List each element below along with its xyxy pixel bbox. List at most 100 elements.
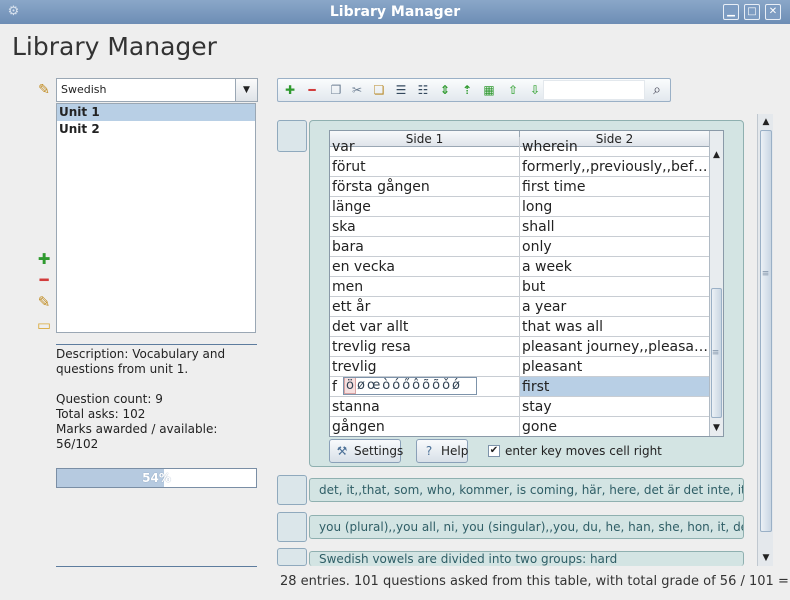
side2-cell[interactable]: formerly,,previously,,before: [520, 157, 710, 177]
side1-cell[interactable]: ska: [330, 217, 520, 237]
table-icon[interactable]: ▦: [480, 81, 498, 99]
progress-bar: 54%: [56, 468, 257, 488]
copy-icon[interactable]: ❐: [327, 81, 345, 99]
panel-handle[interactable]: [277, 512, 307, 542]
open-folder-icon[interactable]: ▭: [33, 314, 55, 336]
unit-list[interactable]: Unit 1 Unit 2: [56, 103, 256, 333]
scroll-down-icon[interactable]: ▼: [760, 551, 772, 565]
collapsed-panel[interactable]: you (plural),,you all, ni, you (singular…: [309, 515, 744, 539]
side2-cell[interactable]: first: [520, 377, 710, 397]
special-char-option[interactable]: ǿ: [451, 378, 461, 393]
side1-cell[interactable]: första gången: [330, 177, 520, 197]
panel-handle[interactable]: [277, 475, 307, 505]
status-text: 28 entries. 101 questions asked from thi…: [280, 574, 790, 589]
total-asks: Total asks: 102: [56, 407, 146, 421]
marks-label: Marks awarded / available:: [56, 422, 218, 436]
special-char-option[interactable]: œ: [366, 378, 381, 393]
unit-list-item[interactable]: Unit 2: [57, 121, 255, 138]
special-char-option[interactable]: ô: [411, 378, 421, 393]
side1-cell[interactable]: var: [330, 137, 520, 157]
side1-cell[interactable]: förut: [330, 157, 520, 177]
side1-cell[interactable]: ett år: [330, 297, 520, 317]
marks-value: 56/102: [56, 437, 99, 451]
side1-cell[interactable]: det var allt: [330, 317, 520, 337]
side1-cell[interactable]: bara: [330, 237, 520, 257]
collapsed-panel[interactable]: Swedish vowels are divided into two grou…: [309, 551, 744, 566]
enter-key-label: enter key moves cell right: [505, 444, 662, 458]
remove-unit-icon[interactable]: ━: [33, 269, 55, 291]
special-char-option[interactable]: ó: [391, 378, 401, 393]
side1-cell[interactable]: gången: [330, 417, 520, 436]
move-up-icon[interactable]: ⇧: [504, 81, 522, 99]
divider: [56, 344, 257, 345]
special-char-option[interactable]: ò: [381, 378, 391, 393]
move-down-icon[interactable]: ⇩: [526, 81, 544, 99]
side1-cell[interactable]: en vecka: [330, 257, 520, 277]
edit-unit-icon[interactable]: ✎: [33, 291, 55, 313]
side2-cell[interactable]: pleasant journey,,pleasant trip: [520, 337, 710, 357]
side2-cell[interactable]: a week: [520, 257, 710, 277]
side2-cell[interactable]: pleasant: [520, 357, 710, 377]
add-unit-icon[interactable]: ✚: [33, 248, 55, 270]
cell-editor[interactable]: öøœòóőôõõǒǿ: [343, 377, 477, 395]
numbered-list-icon[interactable]: ☷: [414, 81, 432, 99]
remove-icon[interactable]: ━: [303, 81, 321, 99]
question-count: Question count: 9: [56, 392, 163, 406]
minimize-button[interactable]: ▁: [723, 4, 739, 20]
side2-cell[interactable]: long: [520, 197, 710, 217]
side2-cell[interactable]: but: [520, 277, 710, 297]
special-char-option[interactable]: õ: [431, 378, 441, 393]
side2-cell[interactable]: wherein: [520, 137, 710, 157]
insert-row-icon[interactable]: ⇡: [458, 81, 476, 99]
grip-icon: ≡: [761, 269, 770, 279]
panel-handle[interactable]: [277, 120, 307, 152]
special-char-option[interactable]: ő: [401, 378, 411, 393]
search-icon[interactable]: ⌕: [646, 80, 668, 100]
table-scrollbar[interactable]: ▲ ≡ ▼: [709, 131, 723, 436]
special-char-option[interactable]: ǒ: [441, 378, 451, 393]
grip-icon: ≡: [711, 348, 720, 358]
side1-cell[interactable]: länge: [330, 197, 520, 217]
side2-cell[interactable]: first time: [520, 177, 710, 197]
scroll-up-icon[interactable]: ▲: [710, 148, 723, 162]
progress-text: 54%: [142, 471, 171, 485]
close-button[interactable]: ✕: [765, 4, 781, 20]
maximize-button[interactable]: □: [744, 4, 760, 20]
side2-cell[interactable]: shall: [520, 217, 710, 237]
side1-cell[interactable]: trevlig resa: [330, 337, 520, 357]
unit-list-item[interactable]: Unit 1: [57, 104, 255, 121]
collapsed-panel[interactable]: det, it,,that, som, who, kommer, is comi…: [309, 478, 744, 502]
special-char-option[interactable]: ø: [356, 378, 366, 393]
side2-cell[interactable]: gone: [520, 417, 710, 436]
chevron-down-icon[interactable]: ▼: [235, 79, 257, 101]
add-icon[interactable]: ✚: [281, 81, 299, 99]
search-input[interactable]: [543, 80, 645, 100]
scroll-down-icon[interactable]: ▼: [710, 421, 723, 435]
settings-button[interactable]: ⚒ Settings: [329, 439, 403, 463]
edit-library-icon[interactable]: ✎: [34, 80, 54, 100]
help-button[interactable]: ? Help: [416, 439, 468, 463]
library-select[interactable]: Swedish ▼: [56, 78, 258, 102]
cut-icon[interactable]: ✂: [348, 81, 366, 99]
main-scrollbar[interactable]: ▲ ≡ ▼: [757, 114, 773, 566]
scroll-up-icon[interactable]: ▲: [760, 115, 772, 129]
side2-cell[interactable]: stay: [520, 397, 710, 417]
panel-handle[interactable]: [277, 548, 307, 566]
side1-cell[interactable]: trevlig: [330, 357, 520, 377]
side1-cell[interactable]: stanna: [330, 397, 520, 417]
enter-key-checkbox[interactable]: ✔: [488, 445, 500, 457]
move-column-icon[interactable]: ⇕: [436, 81, 454, 99]
side1-cell[interactable]: men: [330, 277, 520, 297]
special-char-option[interactable]: ö: [344, 378, 356, 394]
side2-cell[interactable]: only: [520, 237, 710, 257]
help-label: Help: [441, 444, 469, 458]
special-char-option[interactable]: õ: [421, 378, 431, 393]
side2-cell[interactable]: a year: [520, 297, 710, 317]
window-titlebar[interactable]: ⚙ Library Manager ▁ □ ✕: [0, 0, 790, 24]
page-title: Library Manager: [12, 32, 217, 61]
list-icon[interactable]: ☰: [392, 81, 410, 99]
side2-cell[interactable]: that was all: [520, 317, 710, 337]
paste-icon[interactable]: ❏: [370, 81, 388, 99]
description-line: Description: Vocabulary and: [56, 347, 226, 361]
scroll-thumb[interactable]: [760, 130, 772, 532]
